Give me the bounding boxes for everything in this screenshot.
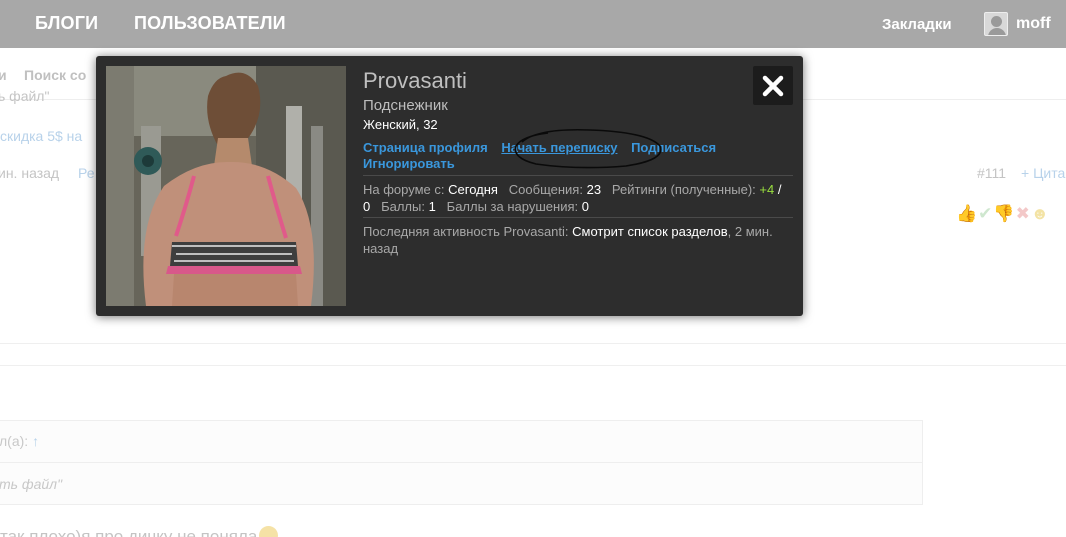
bookmarks-link[interactable]: Закладки bbox=[882, 16, 952, 33]
bg-post-line: ь файл" bbox=[0, 88, 50, 104]
subnav-search-link[interactable]: Поиск со bbox=[24, 67, 86, 83]
start-conversation-link[interactable]: Начать переписку bbox=[501, 140, 617, 155]
thumbs-down-icon[interactable]: 👎 bbox=[993, 204, 1015, 223]
member-name[interactable]: Provasanti bbox=[363, 68, 467, 94]
card-divider bbox=[363, 175, 793, 176]
reaction-bar: 👍✔👎✖☻ bbox=[956, 204, 1050, 224]
quote-link[interactable]: + Цита bbox=[1021, 165, 1065, 181]
violation-points-value: 0 bbox=[581, 199, 589, 214]
nav-blogs-link[interactable]: БЛОГИ bbox=[35, 13, 98, 34]
ratings-positive: +4 bbox=[759, 182, 775, 197]
follow-link[interactable]: Подписаться bbox=[631, 140, 716, 155]
card-divider bbox=[363, 217, 793, 218]
divider bbox=[0, 365, 1066, 366]
activity-value: Смотрит список разделов bbox=[572, 224, 728, 239]
close-icon bbox=[762, 75, 784, 97]
member-avatar-photo[interactable] bbox=[106, 66, 346, 306]
member-stats: На форуме с: Сегодня Сообщения: 23 Рейти… bbox=[363, 182, 782, 214]
top-navbar: БЛОГИ ПОЛЬЗОВАТЕЛИ Закладки moff bbox=[0, 0, 1066, 48]
member-gender-age: Женский, 32 bbox=[363, 117, 438, 132]
quote-block: л(а): ↑ ть файл" bbox=[0, 420, 923, 505]
edit-link[interactable]: Ре bbox=[78, 165, 95, 181]
forum-since-value: Сегодня bbox=[448, 182, 498, 197]
smiley-icon bbox=[259, 526, 279, 537]
ratings-negative: 0 bbox=[363, 199, 371, 214]
cross-icon[interactable]: ✖ bbox=[1016, 204, 1031, 223]
divider bbox=[0, 343, 1066, 344]
username-link[interactable]: moff bbox=[1016, 15, 1051, 33]
last-activity: Последняя активность Provasanti: Смотрит… bbox=[363, 224, 773, 256]
points-value: 1 bbox=[428, 199, 436, 214]
quote-author: л(а): ↑ bbox=[0, 433, 40, 449]
bg-post-link[interactable]: скидка 5$ на bbox=[0, 128, 82, 144]
profile-page-link[interactable]: Страница профиля bbox=[363, 140, 488, 155]
messages-count[interactable]: 23 bbox=[587, 182, 601, 197]
thumbs-up-icon[interactable]: 👍 bbox=[956, 204, 978, 223]
post-number[interactable]: #111 bbox=[977, 165, 1006, 181]
post-time: ин. назад bbox=[0, 165, 60, 181]
member-title: Подснежник bbox=[363, 97, 448, 114]
quote-divider bbox=[0, 462, 922, 463]
ignore-link[interactable]: Игнорировать bbox=[363, 156, 455, 171]
nav-users-link[interactable]: ПОЛЬЗОВАТЕЛИ bbox=[134, 13, 286, 34]
member-actions: Страница профиля Начать переписку Подпис… bbox=[363, 140, 793, 172]
post-body-text: так плохо)я про дичку не поняла bbox=[0, 526, 279, 537]
close-button[interactable] bbox=[753, 66, 793, 105]
check-icon[interactable]: ✔ bbox=[978, 204, 993, 223]
user-avatar[interactable] bbox=[984, 12, 1008, 36]
quote-text: ть файл" bbox=[0, 476, 63, 492]
smile-icon[interactable]: ☻ bbox=[1031, 204, 1050, 223]
subnav-item[interactable]: и bbox=[0, 67, 7, 83]
quote-jump-icon[interactable]: ↑ bbox=[32, 433, 39, 449]
member-card-popup: Provasanti Подснежник Женский, 32 Страни… bbox=[96, 56, 803, 316]
